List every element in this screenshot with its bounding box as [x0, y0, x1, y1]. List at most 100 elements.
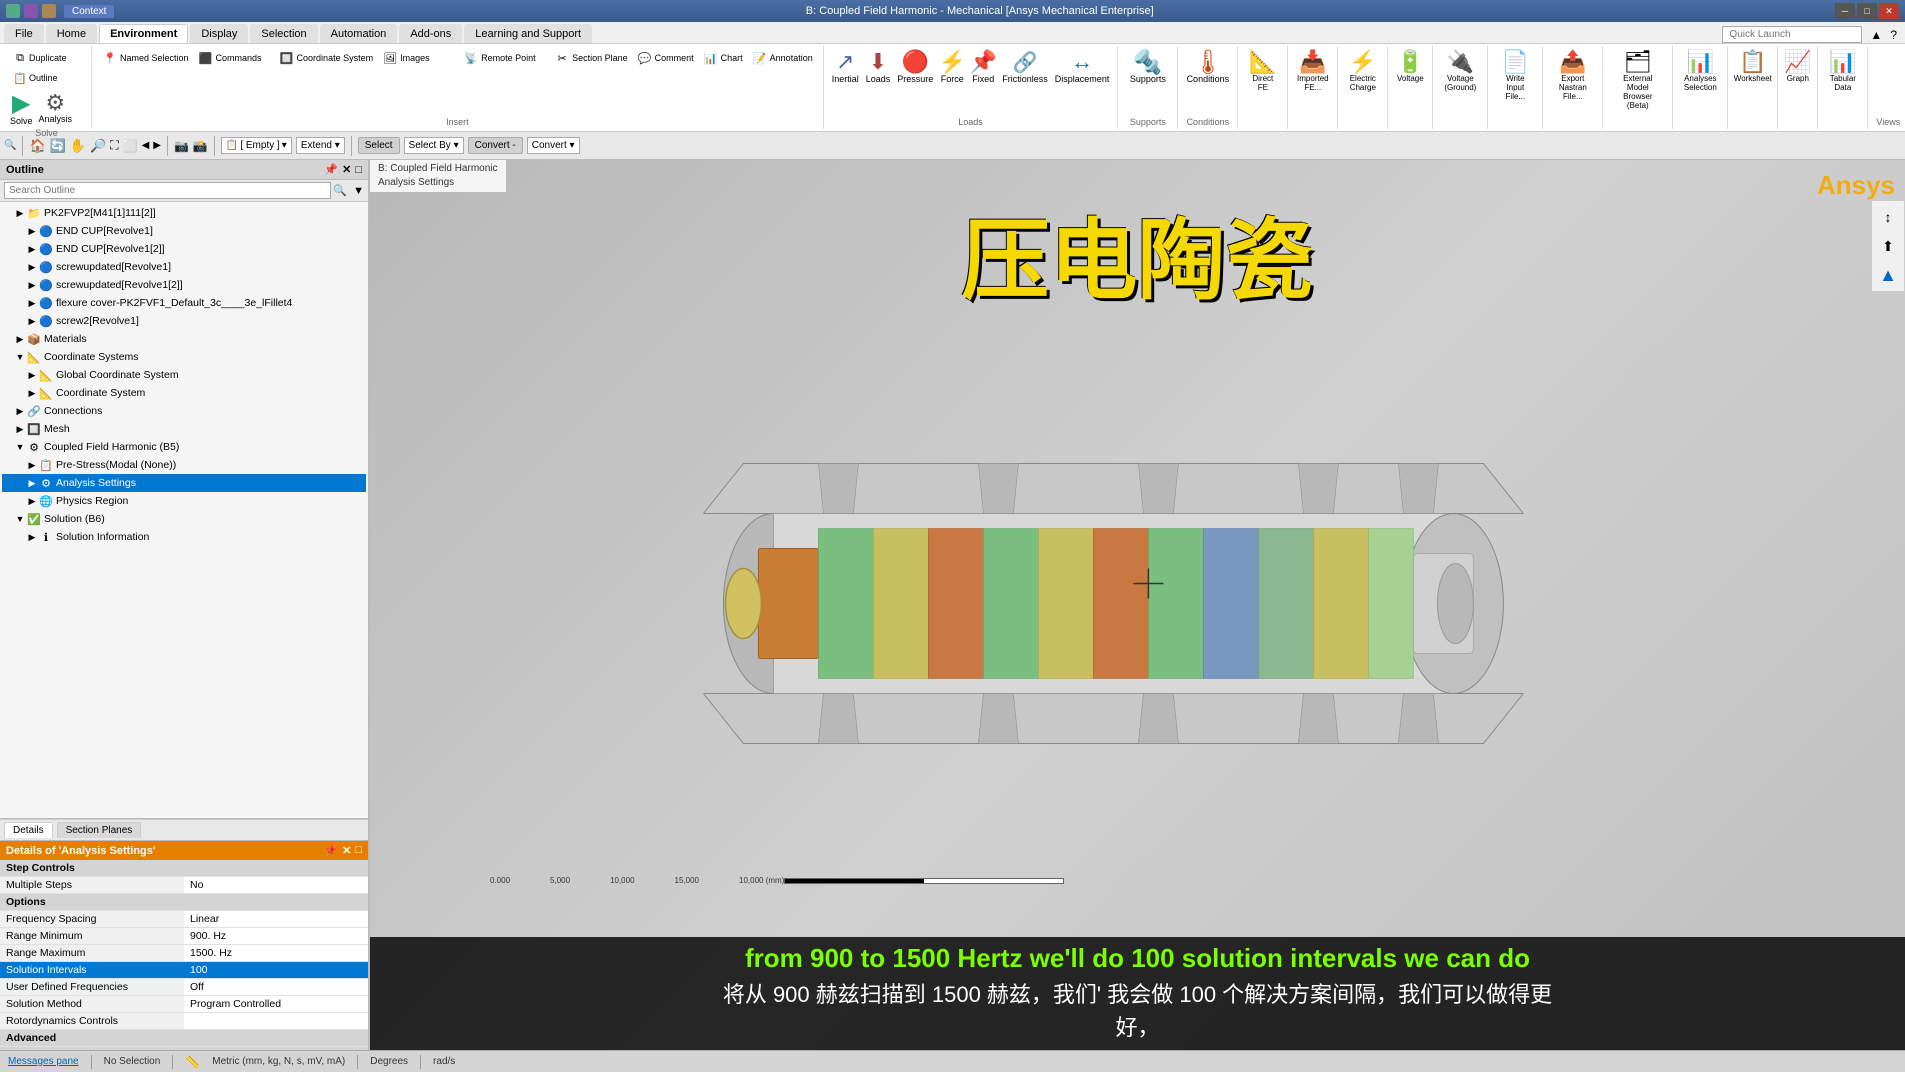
commands-btn[interactable]: ⬛ Commands — [194, 48, 274, 68]
imported-fe-btn[interactable]: 📥 ImportedFE... — [1294, 48, 1331, 94]
annotation-btn[interactable]: 📝 Annotation — [748, 48, 817, 68]
tree-item-connections[interactable]: ▶ 🔗 Connections — [2, 402, 366, 420]
tree-expand-endcup1[interactable]: ▶ — [26, 226, 38, 237]
tab-details[interactable]: Details — [4, 822, 53, 838]
outline-expand-icon[interactable]: □ — [355, 164, 362, 176]
tree-expand-connections[interactable]: ▶ — [14, 406, 26, 417]
tree-item-solution[interactable]: ▼ ✅ Solution (B6) — [2, 510, 366, 528]
tree-expand-screw1[interactable]: ▶ — [26, 262, 38, 273]
toolbar-icon-zoom[interactable]: 🔎 — [90, 138, 106, 154]
tree-item-pk2[interactable]: ▶ 📁 PK2FVP2[M41[1]111[2]] — [2, 204, 366, 222]
toolbar-icon-next[interactable]: ▶ — [153, 140, 161, 151]
tree-item-screw1[interactable]: ▶ 🔵 screwupdated[Revolve1] — [2, 258, 366, 276]
details-row-value[interactable]: Off — [184, 979, 368, 996]
tab-display[interactable]: Display — [190, 24, 248, 43]
voltage-btn[interactable]: 🔋 Voltage — [1394, 48, 1426, 85]
tree-expand-physics[interactable]: ▶ — [26, 496, 38, 507]
tree-item-screw2[interactable]: ▶ 🔵 screwupdated[Revolve1[2]] — [2, 276, 366, 294]
tab-addons[interactable]: Add-ons — [399, 24, 462, 43]
outline-search-input[interactable] — [4, 182, 331, 199]
section-plane-btn[interactable]: ✂ Section Plane — [550, 48, 632, 68]
analyses-btn[interactable]: 📊 AnalysesSelection — [1679, 48, 1721, 94]
outline-search-icon[interactable]: 🔍 — [333, 184, 347, 197]
tab-section-planes[interactable]: Section Planes — [57, 822, 142, 838]
tab-selection[interactable]: Selection — [250, 24, 317, 43]
conditions-btn[interactable]: 🌡 Conditions — [1184, 48, 1231, 86]
minimize-button[interactable]: ─ — [1835, 3, 1855, 19]
supports-btn[interactable]: 🔩 Supports — [1124, 48, 1171, 86]
tree-expand-analysis_settings[interactable]: ▶ — [26, 478, 38, 489]
messages-pane-label[interactable]: Messages pane — [8, 1056, 79, 1067]
export-nastran-btn[interactable]: 📤 ExportNastran File... — [1549, 48, 1596, 103]
details-row-value[interactable] — [184, 1013, 368, 1030]
clipboard-dropdown[interactable]: 📋 [ Empty ] ▾ — [221, 137, 292, 154]
toolbar-icon-home[interactable]: 🏠 — [29, 138, 45, 154]
details-pin-icon[interactable]: 📌 — [324, 844, 338, 857]
tree-item-endcup2[interactable]: ▶ 🔵 END CUP[Revolve1[2]] — [2, 240, 366, 258]
tree-expand-mesh[interactable]: ▶ — [14, 424, 26, 435]
ext-model-btn[interactable]: 🗂 External ModelBrowser (Beta) — [1609, 48, 1666, 112]
tree-item-physics[interactable]: ▶ 🌐 Physics Region — [2, 492, 366, 510]
electric-charge-btn[interactable]: ⚡ ElectricCharge — [1344, 48, 1381, 94]
tree-item-coord[interactable]: ▼ 📐 Coordinate Systems — [2, 348, 366, 366]
tree-item-mesh[interactable]: ▶ 🔲 Mesh — [2, 420, 366, 438]
pressure-btn[interactable]: 🔴 Pressure — [895, 48, 935, 86]
tree-item-cs[interactable]: ▶ 📐 Coordinate System — [2, 384, 366, 402]
comment-btn[interactable]: 💬 Comment — [633, 48, 698, 68]
context-label[interactable]: Context — [64, 5, 114, 18]
write-input-btn[interactable]: 📄 Write InputFile... — [1494, 48, 1536, 103]
tabular-data-btn[interactable]: 📊 TabularData — [1824, 48, 1861, 94]
details-row-value[interactable]: 900. Hz — [184, 928, 368, 945]
tree-expand-materials[interactable]: ▶ — [14, 334, 26, 345]
ribbon-help-icon[interactable]: ? — [1890, 28, 1897, 42]
outline-filter-icon[interactable]: ▼ — [353, 185, 364, 197]
details-row-value[interactable]: Linear — [184, 911, 368, 928]
fixed-btn[interactable]: 📌 Fixed — [969, 48, 997, 86]
select-by-dropdown[interactable]: Select By ▾ — [404, 137, 464, 154]
tree-expand-solution[interactable]: ▼ — [14, 514, 26, 524]
analysis-btn[interactable]: ⚙ Analysis — [37, 90, 75, 128]
tree-item-endcup1[interactable]: ▶ 🔵 END CUP[Revolve1] — [2, 222, 366, 240]
tree-expand-flex[interactable]: ▶ — [26, 298, 38, 309]
images-btn[interactable]: 🖼 Images — [378, 48, 458, 68]
tab-environment[interactable]: Environment — [99, 24, 188, 43]
worksheet-btn[interactable]: 📋 Worksheet — [1734, 48, 1771, 85]
voltage-ground-btn[interactable]: 🔌 Voltage(Ground) — [1439, 48, 1481, 94]
toolbar-icon-prev[interactable]: ◀ — [142, 140, 150, 151]
outline-close-icon[interactable]: ✕ — [342, 163, 351, 176]
select-button[interactable]: Select — [358, 137, 400, 154]
restore-button[interactable]: □ — [1857, 3, 1877, 19]
displacement-btn[interactable]: ↔ Displacement — [1053, 48, 1112, 86]
frictionless-btn[interactable]: 🔗 Frictionless — [1000, 48, 1050, 86]
vt-icon-1[interactable]: ↕ — [1874, 203, 1902, 231]
toolbar-icon-box[interactable]: ⬜ — [123, 139, 138, 153]
tree-item-materials[interactable]: ▶ 📦 Materials — [2, 330, 366, 348]
toolbar-icon-screenshot[interactable]: 📸 — [193, 139, 208, 153]
tab-home[interactable]: Home — [46, 24, 97, 43]
solve-btn[interactable]: ▶ Solve — [8, 90, 35, 128]
tab-file[interactable]: File — [4, 24, 44, 43]
tree-expand-coupled[interactable]: ▼ — [14, 442, 26, 452]
details-row-value[interactable]: 100 — [184, 962, 368, 979]
tree-item-screw2r[interactable]: ▶ 🔵 screw2[Revolve1] — [2, 312, 366, 330]
ribbon-collapse-icon[interactable]: ▲ — [1870, 28, 1882, 42]
remote-point-btn[interactable]: 📡 Remote Point — [459, 48, 549, 68]
toolbar-icon-1[interactable]: 🔍 — [4, 140, 16, 151]
details-close-icon[interactable]: ✕ — [342, 844, 351, 857]
tree-expand-screw2r[interactable]: ▶ — [26, 316, 38, 327]
details-row-value[interactable]: 1500. Hz — [184, 945, 368, 962]
tree-expand-prestress[interactable]: ▶ — [26, 460, 38, 471]
toolbar-icon-camera[interactable]: 📷 — [174, 139, 189, 153]
tree-expand-global_cs[interactable]: ▶ — [26, 370, 38, 381]
tree-item-flex[interactable]: ▶ 🔵 flexure cover-PK2FVF1_Default_3c____… — [2, 294, 366, 312]
tree-expand-coord[interactable]: ▼ — [14, 352, 26, 362]
tree-item-coupled[interactable]: ▼ ⚙ Coupled Field Harmonic (B5) — [2, 438, 366, 456]
tree-item-global_cs[interactable]: ▶ 📐 Global Coordinate System — [2, 366, 366, 384]
solve-duplicate-btn[interactable]: ⧉ Duplicate — [8, 48, 71, 68]
tree-item-analysis_settings[interactable]: ▶ ⚙ Analysis Settings — [2, 474, 366, 492]
convert-dropdown[interactable]: Convert ▾ — [527, 137, 580, 154]
extend-dropdown[interactable]: Extend ▾ — [296, 137, 345, 154]
inertial-btn[interactable]: ↗ Inertial — [830, 48, 861, 86]
outline-pin-icon[interactable]: 📌 — [324, 163, 338, 176]
coord-system-btn[interactable]: 🔲 Coordinate System — [275, 48, 378, 68]
